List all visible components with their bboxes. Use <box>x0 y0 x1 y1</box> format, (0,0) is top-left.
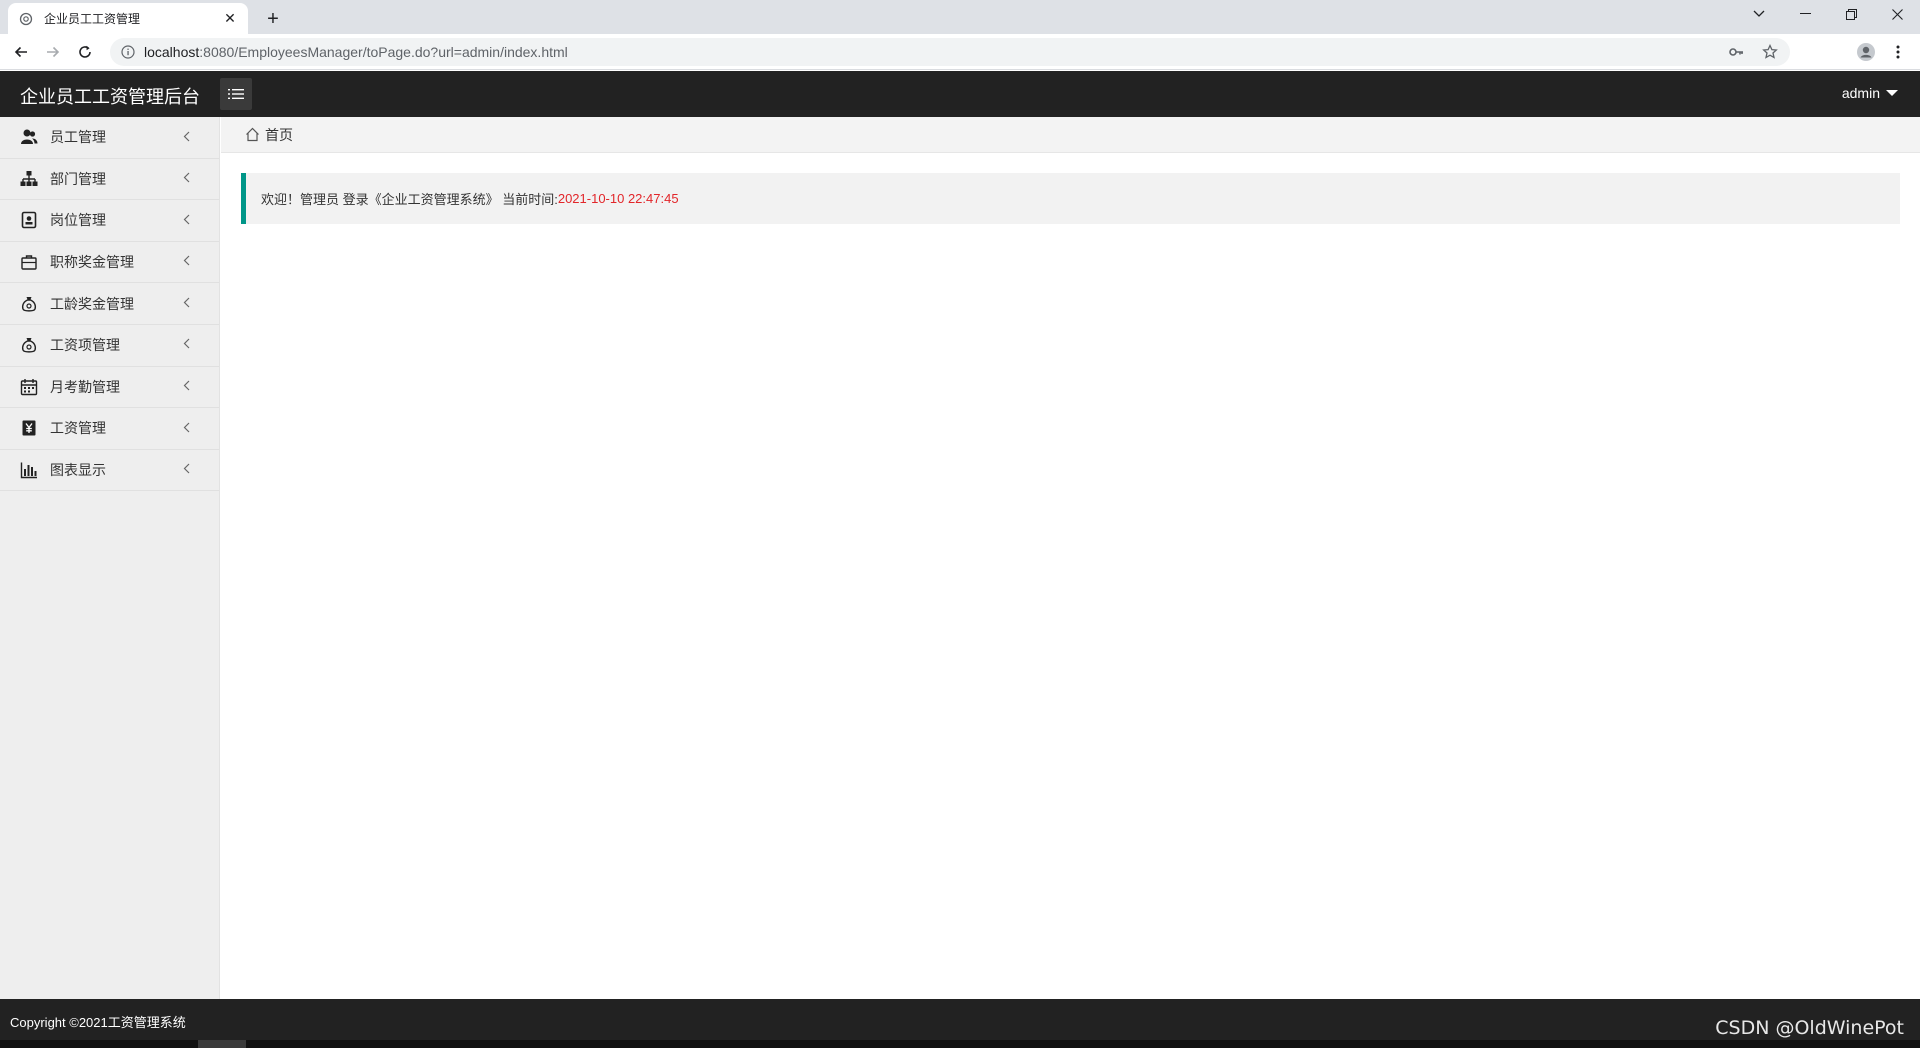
badge-icon <box>20 211 38 229</box>
browser-toolbar: localhost:8080/EmployeesManager/toPage.d… <box>0 34 1920 70</box>
welcome-banner: 欢迎！管理员 登录《企业工资管理系统》 当前时间: 2021-10-10 22:4… <box>241 173 1900 224</box>
sidebar-item-label: 图表显示 <box>50 462 106 479</box>
chevron-left-icon <box>181 172 191 184</box>
minimize-button[interactable] <box>1782 0 1828 28</box>
browser-tabstrip: 企业员工工资管理 ✕ + <box>0 0 1920 34</box>
sidebar-item-charts[interactable]: 图表显示 <box>0 450 219 492</box>
sidebar-toggle-button[interactable] <box>220 78 252 110</box>
sidebar-item-salary-items[interactable]: 工资项管理 <box>0 325 219 367</box>
chevron-left-icon <box>181 130 191 142</box>
reload-icon[interactable] <box>73 40 97 64</box>
sidebar: 员工管理 部门管理 岗位管理 职称奖金管理 工龄奖金管理 工资项管理 月考勤管理… <box>0 117 220 999</box>
restore-button[interactable] <box>1828 0 1874 28</box>
address-bar[interactable]: localhost:8080/EmployeesManager/toPage.d… <box>110 38 1790 66</box>
chevron-left-icon <box>181 463 191 475</box>
sidebar-item-salary[interactable]: 工资管理 <box>0 408 219 450</box>
caret-down-icon <box>1886 90 1898 96</box>
tab-search-icon[interactable] <box>1736 0 1782 28</box>
chevron-left-icon <box>181 213 191 225</box>
org-chart-icon <box>20 170 38 188</box>
bookmark-star-icon[interactable] <box>1760 42 1780 62</box>
calendar-icon <box>20 378 38 396</box>
url-path: :8080/EmployeesManager/toPage.do?url=adm… <box>199 44 568 60</box>
site-info-icon[interactable] <box>120 44 136 60</box>
key-icon[interactable] <box>1726 42 1746 62</box>
browser-tab[interactable]: 企业员工工资管理 ✕ <box>8 3 248 34</box>
sidebar-item-label: 月考勤管理 <box>50 378 120 395</box>
close-tab-icon[interactable]: ✕ <box>222 10 238 27</box>
sidebar-item-label: 岗位管理 <box>50 212 106 229</box>
bar-chart-icon <box>20 461 38 479</box>
omnibox-actions <box>1726 42 1780 62</box>
chevron-left-icon <box>181 255 191 267</box>
chevron-left-icon <box>181 421 191 433</box>
taskbar-strip <box>0 1040 1920 1048</box>
user-group-icon <box>20 128 38 146</box>
url-host: localhost <box>144 44 200 60</box>
app-title: 企业员工工资管理后台 <box>20 87 200 107</box>
sidebar-item-label: 员工管理 <box>50 129 106 146</box>
footer: Copyright ©2021工资管理系统 CSDN @OldWinePot <box>0 999 1920 1040</box>
money-bag-icon <box>20 336 38 354</box>
sidebar-item-title-bonus[interactable]: 职称奖金管理 <box>0 242 219 284</box>
yen-icon <box>20 419 38 437</box>
new-tab-button[interactable]: + <box>260 6 286 32</box>
watermark-text: CSDN @OldWinePot <box>1715 1017 1904 1039</box>
home-icon[interactable] <box>244 127 260 143</box>
favicon-icon <box>18 11 34 27</box>
breadcrumb-home[interactable]: 首页 <box>265 125 293 145</box>
user-name: admin <box>1841 85 1880 101</box>
breadcrumb: 首页 <box>221 117 1920 153</box>
sidebar-item-departments[interactable]: 部门管理 <box>0 159 219 201</box>
profile-avatar-icon[interactable] <box>1854 40 1878 64</box>
sidebar-item-positions[interactable]: 岗位管理 <box>0 200 219 242</box>
back-icon[interactable] <box>9 40 33 64</box>
sidebar-item-attendance[interactable]: 月考勤管理 <box>0 367 219 409</box>
chevron-left-icon <box>181 380 191 392</box>
chevron-left-icon <box>181 296 191 308</box>
sidebar-item-label: 职称奖金管理 <box>50 254 134 271</box>
sidebar-item-label: 工龄奖金管理 <box>50 295 134 312</box>
briefcase-icon <box>20 253 38 271</box>
sidebar-item-label: 工资项管理 <box>50 337 120 354</box>
current-time: 2021-10-10 22:47:45 <box>557 191 679 206</box>
window-controls <box>1736 0 1920 28</box>
taskbar-item <box>198 1040 246 1048</box>
user-menu[interactable]: admin <box>1842 85 1898 101</box>
copyright-text: Copyright ©2021工资管理系统 <box>10 1015 186 1030</box>
menu-list-icon <box>228 89 244 99</box>
sidebar-item-seniority-bonus[interactable]: 工龄奖金管理 <box>0 283 219 325</box>
money-bag-icon <box>20 295 38 313</box>
forward-icon[interactable] <box>41 40 65 64</box>
close-window-button[interactable] <box>1874 0 1920 28</box>
browser-menu-icon[interactable] <box>1886 40 1910 64</box>
chevron-left-icon <box>181 338 191 350</box>
sidebar-item-employees[interactable]: 员工管理 <box>0 117 219 159</box>
welcome-text: 欢迎！管理员 登录《企业工资管理系统》 当前时间: <box>261 192 558 207</box>
tab-title: 企业员工工资管理 <box>44 12 141 26</box>
app-header: 企业员工工资管理后台 admin <box>0 71 1920 117</box>
url-text[interactable]: localhost:8080/EmployeesManager/toPage.d… <box>144 44 568 60</box>
sidebar-item-label: 部门管理 <box>50 170 106 187</box>
sidebar-item-label: 工资管理 <box>50 420 106 437</box>
